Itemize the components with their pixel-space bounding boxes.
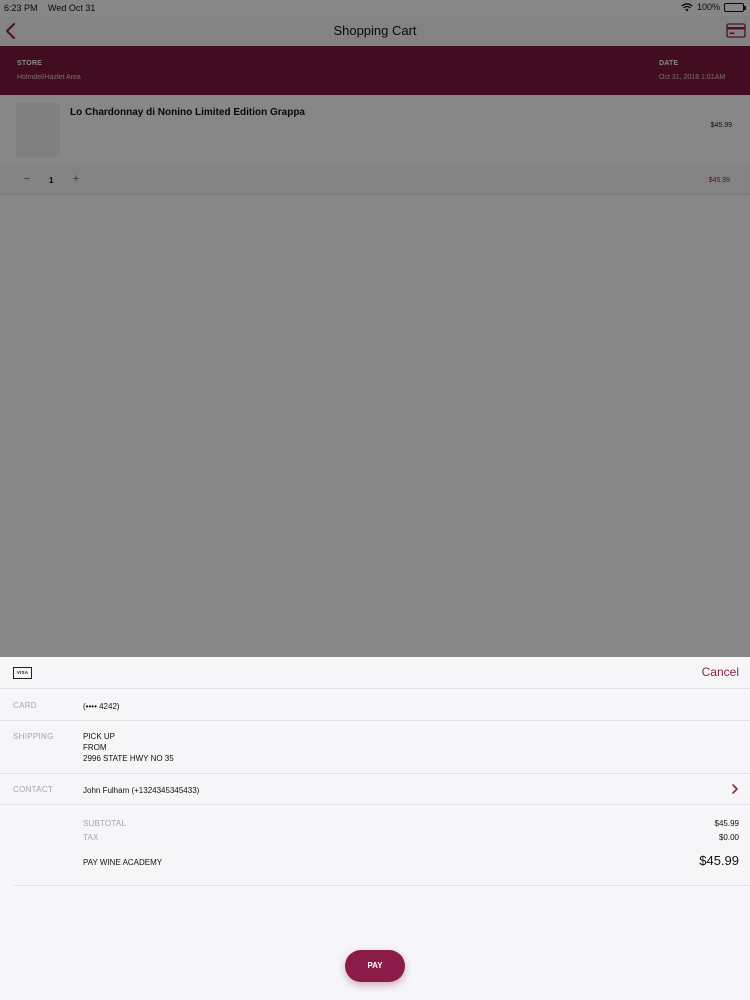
contact-value: John Fulham (+1324345345433) (83, 786, 200, 795)
payment-sheet-header: VISA Cancel (0, 657, 750, 689)
modal-dim-overlay[interactable] (0, 0, 750, 657)
subtotal-value: $45.99 (714, 819, 739, 828)
pay-button[interactable]: PAY (345, 950, 405, 982)
cancel-button[interactable]: Cancel (702, 665, 739, 679)
shipping-label: SHIPPING (13, 732, 54, 741)
contact-row[interactable]: CONTACT John Fulham (+1324345345433) (0, 774, 750, 805)
card-value: (•••• 4242) (83, 702, 120, 711)
shipping-line: 2996 STATE HWY NO 35 (83, 754, 174, 763)
shipping-address: PICK UP FROM 2996 STATE HWY NO 35 (83, 731, 174, 764)
card-label: CARD (13, 701, 37, 710)
contact-label: CONTACT (13, 785, 54, 794)
shipping-line: PICK UP (83, 732, 116, 741)
totals-section: SUBTOTAL $45.99 TAX $0.00 PAY WINE ACADE… (14, 805, 750, 886)
subtotal-label: SUBTOTAL (83, 819, 127, 828)
tax-value: $0.00 (718, 833, 739, 842)
tax-label: TAX (83, 833, 99, 842)
shipping-row[interactable]: SHIPPING PICK UP FROM 2996 STATE HWY NO … (0, 721, 750, 774)
visa-card-icon: VISA (13, 667, 32, 679)
total-value: $45.99 (699, 853, 739, 868)
card-row[interactable]: CARD (•••• 4242) (0, 689, 750, 721)
pay-to-label: PAY WINE ACADEMY (83, 858, 163, 867)
chevron-right-icon[interactable] (731, 783, 739, 795)
payment-sheet: VISA Cancel CARD (•••• 4242) SHIPPING PI… (0, 657, 750, 1000)
shipping-line: FROM (83, 743, 107, 752)
